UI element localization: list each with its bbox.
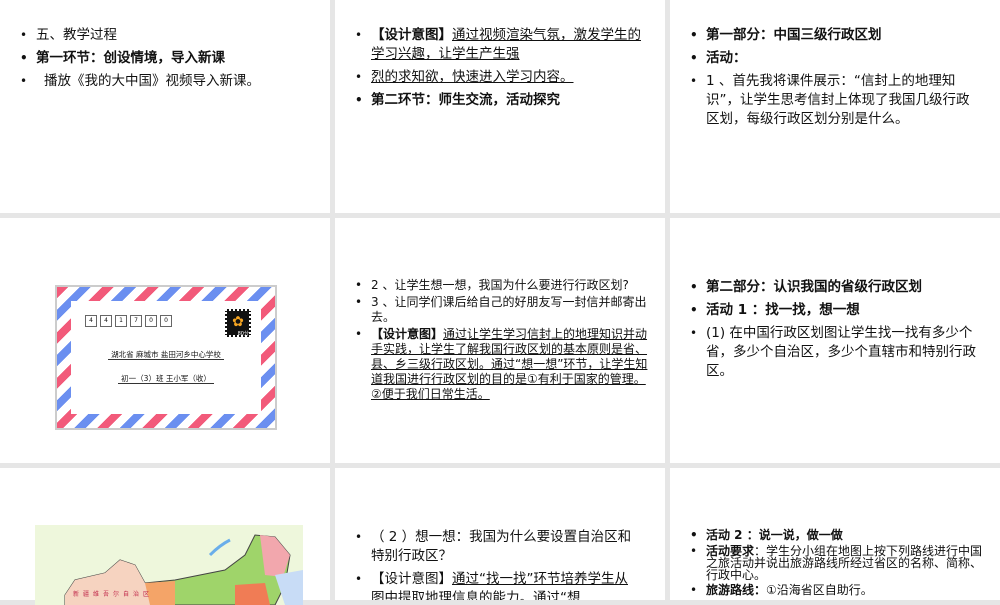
list-item: 【设计意图】通过“找一找”环节培养学生从图中提取地理信息的能力。通过“想 [353, 570, 638, 600]
zip-digit: 4 [100, 315, 112, 327]
list-item: 【设计意图】通过让学生学习信封上的地理知识并动手实践，让学生了解我国行政区划的基… [353, 327, 648, 402]
stamp-value: 80分 [237, 331, 249, 337]
postal-code: 441700 [85, 315, 172, 327]
list-item: 2 、让学生想一想，我国为什么要进行行政区划? [353, 278, 648, 293]
list-item: （ 2 ）想一想：我国为什么要设置自治区和特别行政区？ [353, 528, 638, 566]
list-item: 活动： [688, 49, 978, 68]
slide-9[interactable]: 活动 2 ：说一说，做一做 活动要求：学生分小组在地图上按下列路线进行中国之旅活… [670, 468, 1000, 600]
slide-3[interactable]: 第一部分：中国三级行政区划 活动： 1 、首先我将课件展示：“信封上的地理知识”… [670, 0, 1000, 213]
intent-label: 【设计意图】 [371, 571, 452, 587]
list-item: 【设计意图】通过视频渲染气氛，激发学生的学习兴趣，让学生产生强 [353, 26, 643, 64]
intent-label: 【设计意图】 [371, 27, 452, 43]
zip-digit: 0 [160, 315, 172, 327]
list-item: 第一部分：中国三级行政区划 [688, 26, 978, 45]
list-item: 活动要求：学生分小组在地图上按下列路线进行中国之旅活动并说出旅游路线所经过省区的… [688, 545, 988, 581]
address-text: 湖北省 麻城市 盐田河乡中心学校 [108, 350, 224, 360]
slide-6[interactable]: 第二部分：认识我国的省级行政区划 活动 1 ：找一找，想一想 (1) 在中国行政… [670, 218, 1000, 463]
list-item: 五、教学过程 [18, 26, 318, 45]
zip-digit: 7 [130, 315, 142, 327]
zip-digit: 0 [145, 315, 157, 327]
recipient: 初一（3）班 王小军（收） [71, 373, 261, 384]
china-map-image: 新疆维吾尔自治区 [35, 525, 303, 605]
list-item: 第一环节：创设情境，导入新课 [18, 49, 318, 68]
route-label: 旅游路线： [706, 583, 767, 597]
list-item: 3 、让同学们课后给自己的好朋友写一封信并邮寄出去。 [353, 295, 648, 325]
address: 湖北省 麻城市 盐田河乡中心学校 [71, 349, 261, 360]
list-item: 1 、首先我将课件展示：“信封上的地理知识”，让学生思考信封上体现了我国几级行政… [688, 72, 978, 129]
list-item: 播放《我的大中国》视频导入新课。 [18, 72, 318, 91]
list-item: 活动 2 ：说一说，做一做 [688, 528, 988, 543]
intent-label: 【设计意图】 [371, 327, 444, 341]
zip-digit: 1 [115, 315, 127, 327]
list-item: 旅游路线：①沿海省区自助行。 [688, 583, 988, 598]
list-item: 第二环节：师生交流，活动探究 [353, 91, 643, 110]
butterfly-stamp-icon: ✿ 80分 [225, 309, 251, 337]
slide-8[interactable]: （ 2 ）想一想：我国为什么要设置自治区和特别行政区？ 【设计意图】通过“找一找… [335, 468, 665, 600]
list-item: (1) 在中国行政区划图让学生找一找有多少个省，多少个自治区，多少个直辖市和特别… [688, 324, 983, 381]
zip-digit: 4 [85, 315, 97, 327]
list-item: 活动 1 ：找一找，想一想 [688, 301, 983, 320]
slide-5[interactable]: 2 、让学生想一想，我国为什么要进行行政区划? 3 、让同学们课后给自己的好朋友… [335, 218, 665, 463]
slide-2[interactable]: 【设计意图】通过视频渲染气氛，激发学生的学习兴趣，让学生产生强 烈的求知欲，快速… [335, 0, 665, 213]
list-item: 烈的求知欲，快速进入学习内容。 [353, 68, 643, 87]
list-item: 第二部分：认识我国的省级行政区划 [688, 278, 983, 297]
slide-1[interactable]: 五、教学过程 第一环节：创设情境，导入新课 播放《我的大中国》视频导入新课。 [0, 0, 330, 213]
recipient-text: 初一（3）班 王小军（收） [118, 374, 214, 384]
envelope-image: 441700 ✿ 80分 湖北省 麻城市 盐田河乡中心学校 初一（3）班 王小军（… [55, 285, 277, 430]
route-text: ①沿海省区自助行。 [766, 583, 873, 597]
map-label: 新疆维吾尔自治区 [73, 591, 154, 598]
